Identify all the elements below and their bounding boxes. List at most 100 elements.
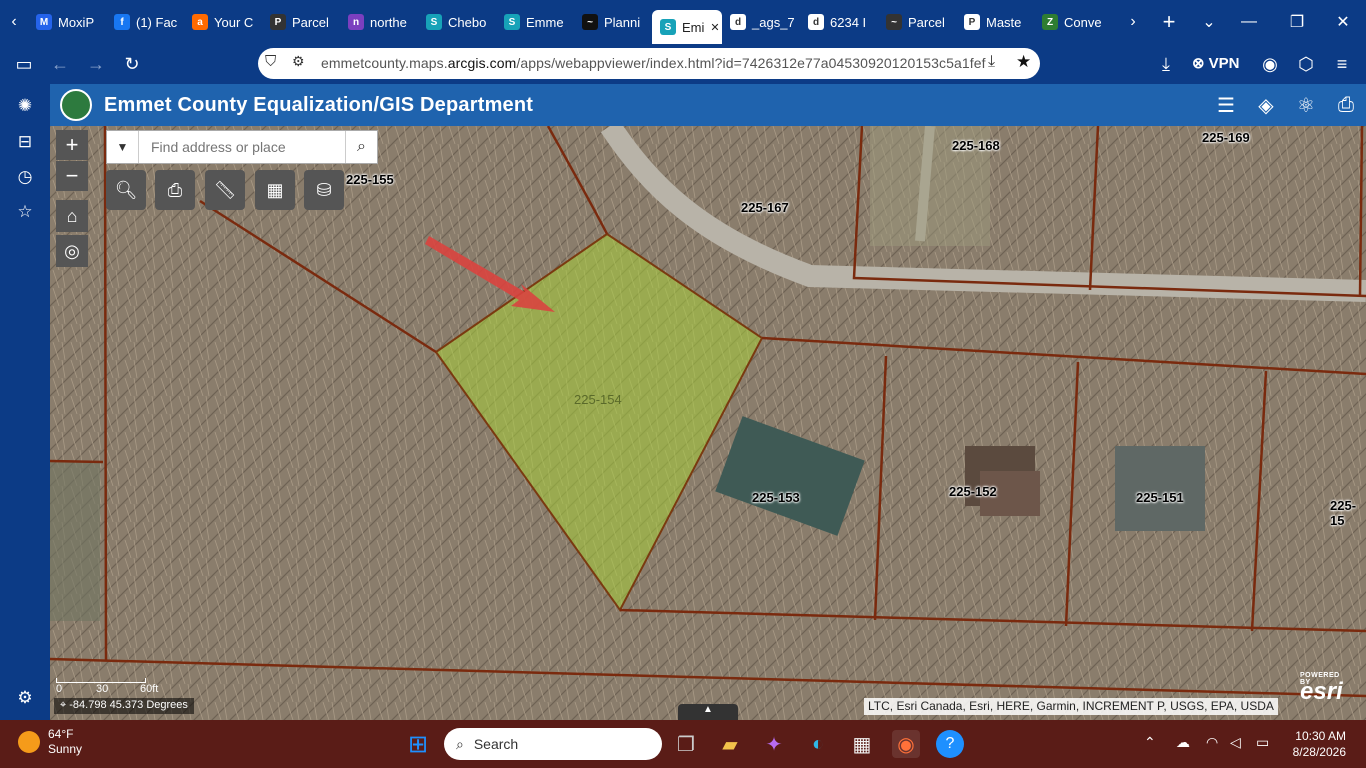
search-label: Search	[473, 736, 519, 752]
browser-tab[interactable]: n northe	[340, 5, 418, 39]
browser-tab[interactable]: f (1) Fac	[106, 5, 184, 39]
basemap-gallery-icon[interactable]: ⚛	[1292, 92, 1320, 118]
query-search-icon[interactable]: 🔍︎	[106, 170, 146, 210]
vpn-label: VPN	[1208, 54, 1240, 72]
print-header-icon[interactable]: ⎙	[1332, 92, 1360, 118]
volume-icon[interactable]: ◁	[1230, 734, 1241, 751]
wifi-icon[interactable]: ◠	[1206, 734, 1218, 751]
tab-scroll-left-icon[interactable]: ‹	[0, 5, 28, 39]
reload-icon[interactable]: ↻	[114, 46, 150, 82]
browser-tab-bar: ‹ M MoxiP f (1) Fac a Your C P Parcel n northe S Ch…	[0, 0, 1366, 44]
widget-grid-icon[interactable]: ▦	[255, 170, 295, 210]
layers-icon[interactable]: ◈	[1252, 92, 1280, 118]
map-view[interactable]: + − ⌂ ◎ ▼ ⌕ 🔍︎ ⎙ 📏︎ ▦ ⛁ 225-155 225-167 …	[50, 126, 1366, 720]
sidebar-toggle-icon[interactable]: ▭	[6, 46, 42, 82]
system-clock[interactable]: 10:30 AM 8/28/2026	[1288, 728, 1346, 760]
map-attribution: LTC, Esri Canada, Esri, HERE, Garmin, IN…	[864, 698, 1278, 715]
ai-assistant-icon[interactable]: ✺	[13, 94, 37, 118]
downloads-icon[interactable]: ⤓	[1148, 46, 1184, 82]
browser-tab[interactable]: Z Conve	[1034, 5, 1112, 39]
coordinate-readout[interactable]: ⌖ -84.798 45.373 Degrees	[54, 698, 194, 714]
tab-favicon-icon: d	[808, 14, 824, 30]
zoom-out-button[interactable]: −	[56, 161, 88, 191]
tab-list-icon[interactable]: ⌄	[1192, 5, 1226, 39]
browser-tab[interactable]: P Maste	[956, 5, 1034, 39]
favorites-icon[interactable]: ☆	[13, 200, 37, 224]
browser-tab[interactable]: S Emi ✕	[652, 10, 722, 44]
copilot-icon[interactable]: ✦	[760, 730, 788, 758]
legend-list-icon[interactable]: ☰	[1212, 92, 1240, 118]
tab-label: northe	[370, 14, 407, 30]
extensions-icon[interactable]: ⬡	[1288, 46, 1324, 82]
edge-icon[interactable]: ◐	[804, 730, 832, 758]
parcel-label[interactable]: 225-152	[949, 484, 997, 499]
install-app-icon[interactable]: ⤓	[988, 53, 995, 71]
parcel-label[interactable]: 225-151	[1136, 490, 1184, 505]
network-status-icon[interactable]: ☁	[1176, 734, 1190, 751]
parcel-label[interactable]: 225-168	[952, 138, 1000, 153]
new-tab-icon[interactable]: +	[1152, 5, 1186, 39]
browser-tab[interactable]: d _ags_7	[722, 5, 800, 39]
vpn-button[interactable]: ⊗ VPN	[1192, 54, 1240, 73]
zoom-in-button[interactable]: +	[56, 130, 88, 160]
settings-gear-icon[interactable]: ⚙	[13, 686, 37, 710]
taskbar-search[interactable]: ⌕ Search	[444, 728, 662, 760]
parcel-label[interactable]: 225-167	[741, 200, 789, 215]
measure-ruler-icon[interactable]: 📏︎	[205, 170, 245, 210]
url-text[interactable]: emmetcounty.maps.arcgis.com/apps/webappv…	[321, 55, 986, 71]
home-button[interactable]: ⌂	[56, 200, 88, 232]
weather-widget[interactable]: 64°F Sunny	[18, 727, 82, 757]
help-icon[interactable]: ?	[936, 730, 964, 758]
browser-tab[interactable]: S Emme	[496, 5, 574, 39]
parcel-label[interactable]: 225-169	[1202, 130, 1250, 145]
bookmark-star-icon[interactable]: ★	[1016, 52, 1031, 72]
file-explorer-icon[interactable]: ▰	[716, 730, 744, 758]
url-domain: arcgis.com	[447, 55, 517, 71]
menu-icon[interactable]: ≡	[1324, 46, 1360, 82]
site-security-icon[interactable]: ⛉	[265, 53, 276, 70]
task-view-icon[interactable]: ❐	[672, 730, 700, 758]
browser-tab[interactable]: ~ Planni	[574, 5, 652, 39]
shopping-icon[interactable]: ⊟	[13, 130, 37, 154]
history-icon[interactable]: ◷	[13, 165, 37, 189]
tab-label: 6234 I	[830, 14, 867, 30]
basemap-toggle-icon[interactable]: ⛁	[304, 170, 344, 210]
tab-favicon-icon: S	[660, 19, 676, 35]
parcel-label[interactable]: 225-154	[574, 392, 622, 407]
forward-icon[interactable]: →	[78, 46, 114, 82]
browser-tab[interactable]: M MoxiP	[28, 5, 106, 39]
restore-icon[interactable]: ❐	[1280, 5, 1314, 39]
search-icon[interactable]: ⌕	[345, 131, 377, 163]
parcel-label[interactable]: 225-15	[1330, 498, 1366, 528]
minimize-icon[interactable]: —	[1232, 5, 1266, 39]
browser-tab[interactable]: a Your C	[184, 5, 262, 39]
browser-tab[interactable]: S Chebo	[418, 5, 496, 39]
back-icon[interactable]: ←	[42, 46, 78, 82]
address-bar[interactable]: ⛉ ⚙ emmetcounty.maps.arcgis.com/apps/web…	[258, 48, 1040, 79]
show-hidden-icons-icon[interactable]: ⌃	[1144, 734, 1156, 751]
site-settings-icon[interactable]: ⚙	[292, 53, 305, 70]
tab-scroll-right-icon[interactable]: ›	[1116, 5, 1150, 39]
parcel-label[interactable]: 225-153	[752, 490, 800, 505]
vpn-icon: ⊗	[1192, 55, 1205, 72]
close-tab-icon[interactable]: ✕	[710, 21, 719, 34]
battery-icon[interactable]: ▭	[1256, 734, 1269, 751]
start-windows-icon[interactable]: ⊞	[404, 730, 432, 758]
browser-tab[interactable]: d 6234 I	[800, 5, 878, 39]
tab-label: Chebo	[448, 14, 487, 30]
parcel-label[interactable]: 225-155	[346, 172, 394, 187]
app-title: Emmet County Equalization/GIS Department	[104, 94, 534, 116]
tab-label: (1) Fac	[136, 14, 178, 30]
firefox-icon[interactable]: ◉	[892, 730, 920, 758]
browser-tab[interactable]: ~ Parcel	[878, 5, 956, 39]
print-icon[interactable]: ⎙	[155, 170, 195, 210]
tab-favicon-icon: f	[114, 14, 130, 30]
search-input[interactable]	[139, 132, 345, 162]
my-location-button[interactable]: ◎	[56, 235, 88, 267]
close-window-icon[interactable]: ✕	[1326, 5, 1360, 39]
attribute-table-toggle[interactable]: ▲	[678, 704, 738, 720]
store-icon[interactable]: ▦	[848, 730, 876, 758]
search-source-dropdown-icon[interactable]: ▼	[107, 131, 139, 163]
browser-tab[interactable]: P Parcel	[262, 5, 340, 39]
account-icon[interactable]: ◉	[1252, 46, 1288, 82]
